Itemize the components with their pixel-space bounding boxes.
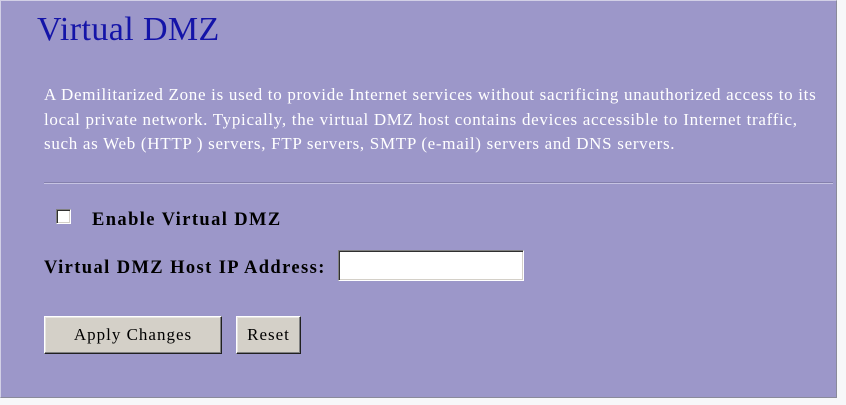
description-line: local private network. Typically, the vi…	[44, 109, 798, 129]
host-ip-input[interactable]	[338, 250, 524, 281]
apply-changes-button[interactable]: Apply Changes	[44, 316, 222, 354]
enable-virtual-dmz-label: Enable Virtual DMZ	[92, 210, 282, 230]
divider	[44, 182, 833, 184]
description-line: A Demilitarized Zone is used to provide …	[44, 85, 817, 104]
enable-virtual-dmz-checkbox[interactable]	[56, 209, 71, 224]
description: A Demilitarized Zone is used to provide …	[44, 83, 816, 157]
reset-button[interactable]: Reset	[236, 316, 301, 354]
host-ip-label: Virtual DMZ Host IP Address:	[44, 258, 326, 278]
description-line: such as Web (HTTP ) servers, FTP servers…	[44, 134, 676, 153]
page-title: Virtual DMZ	[37, 11, 220, 48]
virtual-dmz-panel: Virtual DMZ A Demilitarized Zone is used…	[0, 0, 837, 398]
